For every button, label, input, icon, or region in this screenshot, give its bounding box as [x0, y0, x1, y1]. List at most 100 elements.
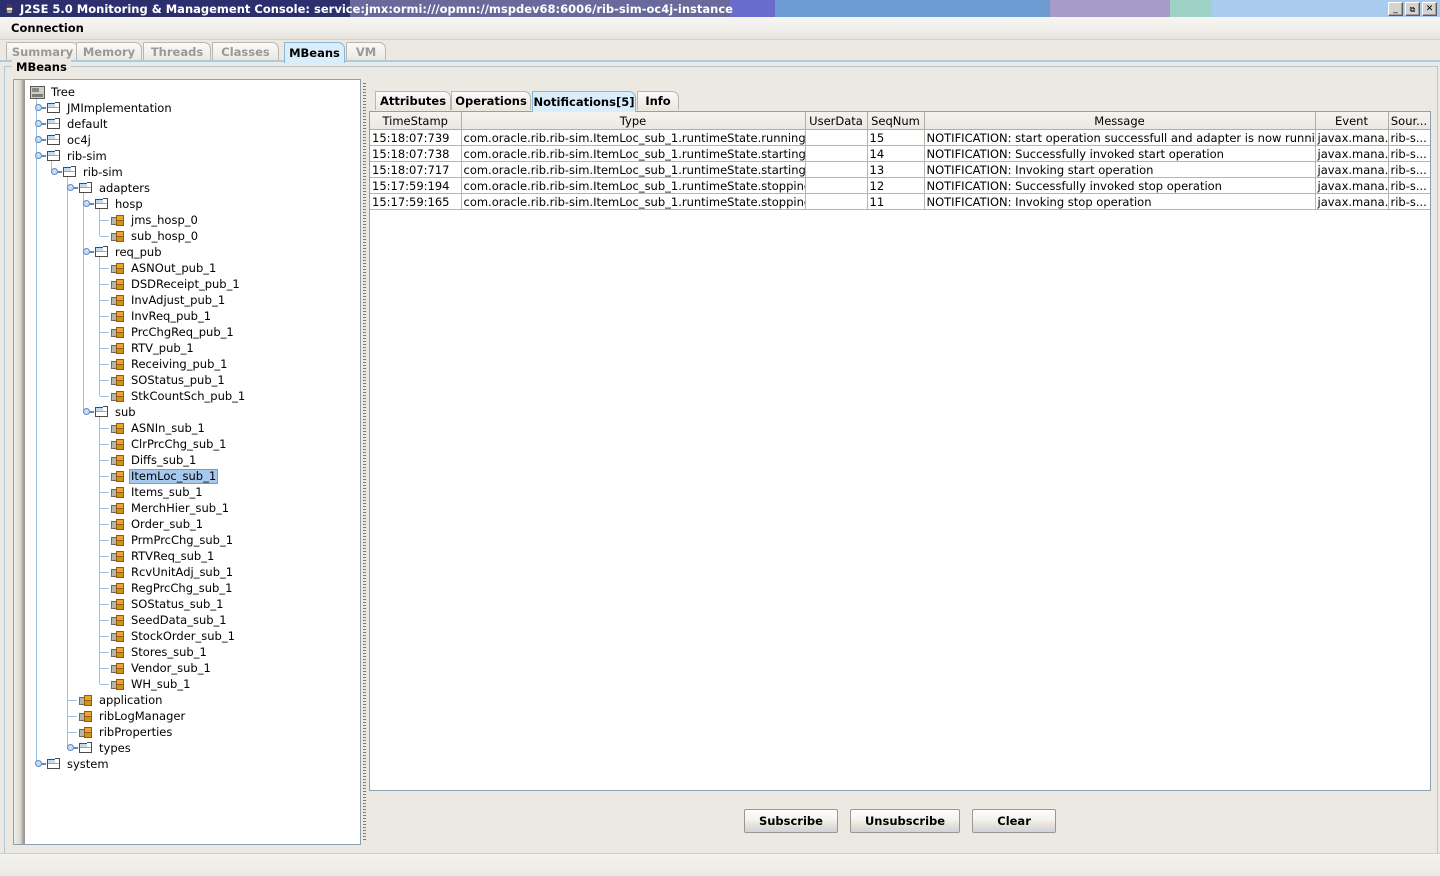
mbean-cube-icon — [110, 597, 126, 611]
tree-node-sub[interactable]: sub — [94, 404, 138, 420]
tree-node-order-sub-1[interactable]: Order_sub_1 — [110, 516, 205, 532]
mbean-tree[interactable]: Tree JMImplementation default oc4j rib-sim ri… — [25, 80, 360, 844]
column-header-userdata[interactable]: UserData — [805, 112, 868, 130]
tree-node-asnout-pub-1[interactable]: ASNOut_pub_1 — [110, 260, 218, 276]
table-row[interactable]: 15:17:59:165 com.oracle.rib.rib-sim.ItemL… — [370, 193, 1430, 210]
tree-node-dsdreceipt-pub-1[interactable]: DSDReceipt_pub_1 — [110, 276, 242, 292]
tree-node-hosp[interactable]: hosp — [94, 196, 145, 212]
menu-connection[interactable]: Connection — [7, 20, 88, 36]
tree-node-wh-sub-1[interactable]: WH_sub_1 — [110, 676, 192, 692]
tab-operations[interactable]: Operations — [451, 91, 531, 110]
close-button[interactable]: ✕ — [1422, 2, 1437, 16]
tree-node-vendor-sub-1[interactable]: Vendor_sub_1 — [110, 660, 213, 676]
tree-node-prmprcchg-sub-1[interactable]: PrmPrcChg_sub_1 — [110, 532, 235, 548]
table-row[interactable]: 15:18:07:739 com.oracle.rib.rib-sim.ItemL… — [370, 129, 1430, 146]
split-pane-divider[interactable] — [361, 79, 369, 845]
cell-type: com.oracle.rib.rib-sim.ItemLoc_sub_1.run… — [461, 177, 806, 194]
tree-node-itemloc-sub-1[interactable]: ItemLoc_sub_1 — [110, 468, 219, 484]
tab-summary[interactable]: Summary — [6, 42, 79, 61]
tree-node-ribproperties[interactable]: ribProperties — [78, 724, 174, 740]
tree-node-stkcountsch-pub-1[interactable]: StkCountSch_pub_1 — [110, 388, 247, 404]
tree-connector — [100, 492, 109, 493]
tree-node-stockorder-sub-1[interactable]: StockOrder_sub_1 — [110, 628, 237, 644]
tree-node-application[interactable]: application — [78, 692, 164, 708]
tab-vm[interactable]: VM — [346, 42, 386, 61]
tree-node-types[interactable]: types — [78, 740, 133, 756]
tab-classes[interactable]: Classes — [212, 42, 279, 61]
handle-ring — [35, 760, 42, 767]
column-header-seqnum[interactable]: SeqNum — [867, 112, 925, 130]
table-row[interactable]: 15:18:07:717 com.oracle.rib.rib-sim.ItemL… — [370, 161, 1430, 178]
tree-connector — [100, 588, 109, 589]
tree-scroll-gutter[interactable] — [14, 80, 25, 844]
notifications-table-container[interactable]: TimeStamp Type UserData SeqNum Message Event S… — [369, 111, 1431, 791]
tree-node-oc4j[interactable]: oc4j — [46, 132, 93, 148]
folder-glyph — [95, 246, 108, 257]
column-header-sour-[interactable]: Sour... — [1388, 112, 1430, 130]
cell-message: NOTIFICATION: start operation successful… — [924, 129, 1316, 146]
tree-node-label: ItemLoc_sub_1 — [129, 468, 219, 484]
tree-node-clrprcchg-sub-1[interactable]: ClrPrcChg_sub_1 — [110, 436, 229, 452]
tree-expand-handle-icon[interactable] — [35, 118, 46, 129]
column-header-timestamp[interactable]: TimeStamp — [370, 112, 462, 130]
tree-node-jms-hosp-0[interactable]: jms_hosp_0 — [110, 212, 200, 228]
tree-expand-handle-icon[interactable] — [67, 742, 78, 753]
tree-node-rcvunitadj-sub-1[interactable]: RcvUnitAdj_sub_1 — [110, 564, 235, 580]
tab-info[interactable]: Info — [637, 91, 679, 110]
tree-collapse-handle-icon[interactable] — [51, 166, 62, 177]
subscribe-button[interactable]: Subscribe — [743, 809, 838, 833]
tree-node-system[interactable]: system — [46, 756, 111, 772]
tree-node-rib-sim[interactable]: rib-sim — [46, 148, 109, 164]
column-header-type[interactable]: Type — [461, 112, 806, 130]
tree-node-rtv-pub-1[interactable]: RTV_pub_1 — [110, 340, 196, 356]
tree-node-rtvreq-sub-1[interactable]: RTVReq_sub_1 — [110, 548, 216, 564]
tree-node-sostatus-pub-1[interactable]: SOStatus_pub_1 — [110, 372, 227, 388]
tree-node-regprcchg-sub-1[interactable]: RegPrcChg_sub_1 — [110, 580, 234, 596]
folder-glyph — [47, 150, 60, 161]
tree-node-merchhier-sub-1[interactable]: MerchHier_sub_1 — [110, 500, 231, 516]
tree-node-diffs-sub-1[interactable]: Diffs_sub_1 — [110, 452, 198, 468]
table-row[interactable]: 15:17:59:194 com.oracle.rib.rib-sim.ItemL… — [370, 177, 1430, 194]
tree-node-sostatus-sub-1[interactable]: SOStatus_sub_1 — [110, 596, 225, 612]
tree-node-req-pub[interactable]: req_pub — [94, 244, 164, 260]
cell-event: javax.mana... — [1315, 145, 1389, 162]
tree-node-asnin-sub-1[interactable]: ASNIn_sub_1 — [110, 420, 207, 436]
tree-node-default[interactable]: default — [46, 116, 109, 132]
tree-node-prcchgreq-pub-1[interactable]: PrcChgReq_pub_1 — [110, 324, 236, 340]
tree-expand-handle-icon[interactable] — [35, 102, 46, 113]
tree-node-adapters[interactable]: adapters — [78, 180, 152, 196]
tree-node-receiving-pub-1[interactable]: Receiving_pub_1 — [110, 356, 229, 372]
tree-collapse-handle-icon[interactable] — [83, 198, 94, 209]
tree-expand-handle-icon[interactable] — [35, 758, 46, 769]
column-header-event[interactable]: Event — [1315, 112, 1389, 130]
tree-collapse-handle-icon[interactable] — [67, 182, 78, 193]
tree-node-tree[interactable]: Tree — [30, 84, 77, 100]
maximize-button[interactable]: ⧉ — [1405, 2, 1420, 16]
table-row[interactable]: 15:18:07:738 com.oracle.rib.rib-sim.ItemL… — [370, 145, 1430, 162]
cube-glyph — [111, 438, 124, 451]
handle-ring — [67, 184, 74, 191]
tab-threads[interactable]: Threads — [143, 42, 211, 61]
tree-expand-handle-icon[interactable] — [35, 134, 46, 145]
tree-node-riblogmanager[interactable]: ribLogManager — [78, 708, 187, 724]
tree-node-seeddata-sub-1[interactable]: SeedData_sub_1 — [110, 612, 229, 628]
tree-collapse-handle-icon[interactable] — [83, 246, 94, 257]
tree-node-rib-sim[interactable]: rib-sim — [62, 164, 125, 180]
tree-node-invreq-pub-1[interactable]: InvReq_pub_1 — [110, 308, 213, 324]
clear-button[interactable]: Clear — [972, 809, 1057, 833]
minimize-button[interactable]: _ — [1388, 2, 1403, 16]
tab-mbeans[interactable]: MBeans — [284, 42, 345, 63]
column-header-message[interactable]: Message — [924, 112, 1316, 130]
tree-node-jmimplementation[interactable]: JMImplementation — [46, 100, 174, 116]
tree-node-sub-hosp-0[interactable]: sub_hosp_0 — [110, 228, 200, 244]
tree-collapse-handle-icon[interactable] — [83, 406, 94, 417]
tab-attributes[interactable]: Attributes — [375, 91, 451, 110]
tree-node-invadjust-pub-1[interactable]: InvAdjust_pub_1 — [110, 292, 227, 308]
tab-memory[interactable]: Memory — [76, 42, 142, 61]
cell-type: com.oracle.rib.rib-sim.ItemLoc_sub_1.run… — [461, 161, 806, 178]
tree-node-stores-sub-1[interactable]: Stores_sub_1 — [110, 644, 209, 660]
tree-collapse-handle-icon[interactable] — [35, 150, 46, 161]
tab-notifications[interactable]: Notifications[5] — [532, 91, 636, 112]
unsubscribe-button[interactable]: Unsubscribe — [849, 809, 961, 833]
tree-node-items-sub-1[interactable]: Items_sub_1 — [110, 484, 205, 500]
